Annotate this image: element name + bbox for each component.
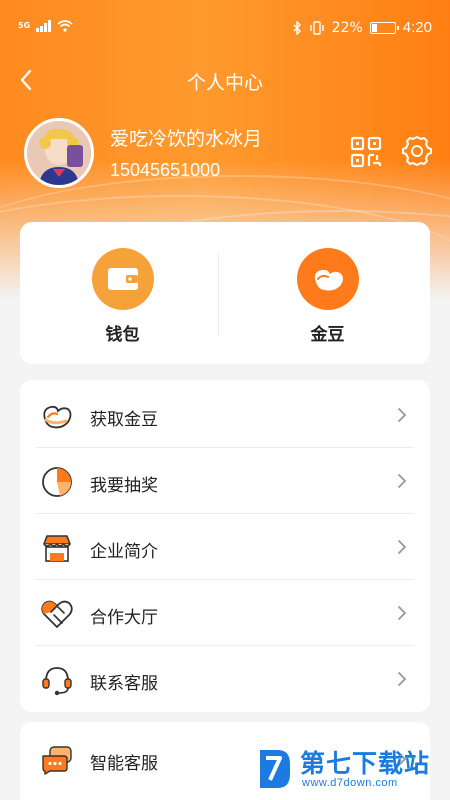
wallet-icon — [91, 248, 154, 310]
menu-item-cooperation-hall[interactable]: 合作大厅 — [36, 580, 414, 646]
chevron-right-icon — [398, 540, 407, 554]
battery-icon — [369, 21, 399, 34]
store-icon — [43, 535, 71, 562]
status-bar: 5G 22% 4:20 — [0, 0, 450, 56]
wifi-icon — [57, 20, 73, 32]
quick-actions-card: 钱包 金豆 — [20, 222, 430, 364]
bluetooth-icon — [293, 20, 301, 35]
network-type: 5G — [18, 21, 31, 30]
chevron-right-icon — [398, 672, 407, 686]
bean-icon — [296, 248, 359, 310]
menu-item-contact-support[interactable]: 联系客服 — [36, 646, 414, 712]
battery-percent: 22% — [331, 19, 363, 36]
profile-section: 爱吃冷饮的水冰月 15045651000 — [24, 118, 434, 188]
avatar[interactable] — [24, 118, 94, 188]
settings-gear-icon[interactable] — [400, 134, 434, 168]
menu-label: 企业简介 — [90, 542, 158, 562]
menu-label: 我要抽奖 — [90, 476, 158, 496]
d7-logo-icon — [260, 750, 290, 788]
clock: 4:20 — [402, 19, 432, 36]
chevron-right-icon — [398, 474, 407, 488]
qr-code-icon[interactable] — [350, 136, 382, 168]
nickname: 爱吃冷饮的水冰月 — [110, 128, 263, 150]
menu-label: 获取金豆 — [90, 410, 158, 430]
signal-icon — [36, 20, 51, 32]
wallet-button[interactable]: 钱包 — [20, 248, 225, 348]
menu-item-company-intro[interactable]: 企业简介 — [36, 514, 414, 580]
chevron-right-icon — [398, 606, 407, 620]
menu-item-get-beans[interactable]: 获取金豆 — [36, 382, 414, 448]
menu-label: 智能客服 — [90, 754, 158, 774]
menu-label: 联系客服 — [90, 674, 158, 694]
menu-label: 合作大厅 — [90, 608, 158, 628]
heart-handshake-icon — [41, 600, 73, 628]
watermark: 第七下载站 www.d7down.com — [256, 744, 446, 796]
gold-bean-label: 金豆 — [310, 325, 345, 345]
phone-number: 15045651000 — [110, 160, 221, 180]
avatar-image — [27, 121, 91, 185]
pie-chart-icon — [42, 467, 72, 497]
nav-bar: 个人中心 — [0, 60, 450, 100]
watermark-title: 第七下载站 — [300, 749, 431, 778]
bean-icon — [43, 405, 72, 429]
chevron-right-icon — [398, 408, 407, 422]
wallet-label: 钱包 — [105, 325, 140, 345]
page-title: 个人中心 — [186, 72, 263, 94]
divider — [218, 254, 219, 336]
headset-icon — [42, 667, 72, 696]
vibrate-icon — [309, 20, 324, 35]
gold-bean-button[interactable]: 金豆 — [225, 248, 430, 348]
chat-bubble-icon — [42, 746, 72, 775]
menu-card: 获取金豆 我要抽奖 企业简介 合作大厅 联系客服 — [20, 380, 430, 712]
watermark-url: www.d7down.com — [302, 777, 398, 789]
menu-item-lottery[interactable]: 我要抽奖 — [36, 448, 414, 514]
